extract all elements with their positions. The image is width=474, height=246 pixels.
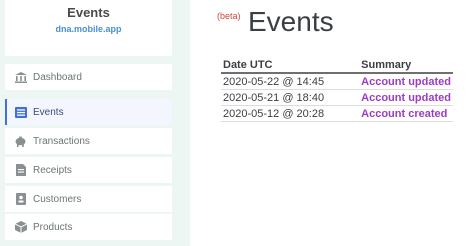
sidebar-item-receipts[interactable]: Receipts [5,157,172,183]
sidebar-item-products[interactable]: Products [5,214,172,240]
piggy-bank-icon [14,135,27,147]
receipt-icon [14,164,27,176]
main-content: (beta) Events Date UTC Summary 2020-05-2… [190,0,474,246]
table-row[interactable]: 2020-05-12 @ 20:28 Account created [221,105,453,122]
sidebar: Events dna.mobile.app Dashboard Events T… [0,0,190,246]
list-icon [14,106,27,118]
sidebar-item-events[interactable]: Events [5,99,172,125]
sidebar-item-label: Dashboard [33,71,82,83]
event-date: 2020-05-21 @ 18:40 [221,89,360,106]
column-header-summary: Summary [359,57,453,74]
table-header-row: Date UTC Summary [221,57,453,74]
page-title: Events [248,6,334,37]
box-icon [14,221,27,233]
table-row[interactable]: 2020-05-22 @ 14:45 Account updated [221,73,453,90]
event-summary[interactable]: Account updated [359,73,453,90]
event-date: 2020-05-12 @ 20:28 [221,105,360,122]
event-summary[interactable]: Account created [359,105,453,122]
sidebar-item-transactions[interactable]: Transactions [5,128,172,154]
beta-badge: (beta) [217,11,241,21]
sidebar-item-label: Customers [33,193,82,205]
event-summary[interactable]: Account updated [359,89,453,106]
sidebar-item-customers[interactable]: Customers [5,186,172,212]
sidebar-item-dashboard[interactable]: Dashboard [5,64,172,90]
app-title: Events [67,5,110,20]
column-header-date: Date UTC [221,57,360,74]
sidebar-item-label: Products [33,221,73,233]
id-card-icon [14,193,27,205]
sidebar-item-label: Events [33,106,64,118]
sidebar-item-label: Receipts [33,164,72,176]
event-date: 2020-05-22 @ 14:45 [221,73,360,90]
sidebar-item-label: Transactions [33,135,90,147]
table-row[interactable]: 2020-05-21 @ 18:40 Account updated [221,89,453,106]
app-subtitle[interactable]: dna.mobile.app [5,24,172,34]
app-card: Events dna.mobile.app [5,0,172,56]
bank-icon [14,71,27,83]
events-table: Date UTC Summary 2020-05-22 @ 14:45 Acco… [221,57,453,122]
